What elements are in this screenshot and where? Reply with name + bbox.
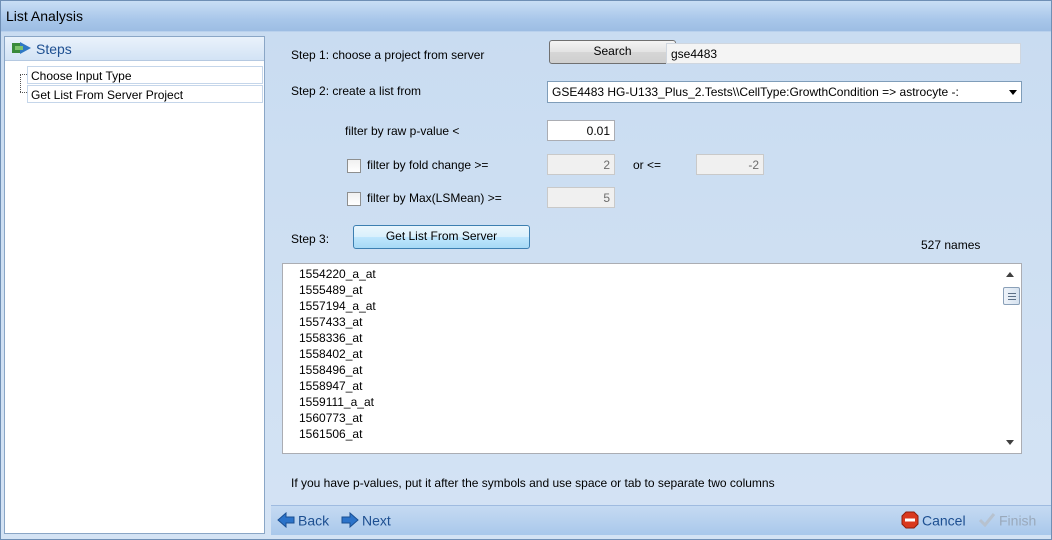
list-item: 1560773_at: [299, 411, 363, 425]
finish-button[interactable]: Finish: [978, 511, 1036, 531]
get-list-button[interactable]: Get List From Server: [353, 225, 530, 249]
next-label: Next: [362, 512, 391, 529]
names-count: 527 names: [921, 238, 981, 252]
tree-connector: [20, 74, 21, 92]
title-bar[interactable]: List Analysis: [1, 1, 1051, 31]
fold-change-neg-input[interactable]: -2: [696, 154, 764, 175]
list-item: 1561506_at: [299, 427, 363, 441]
fold-change-label: filter by fold change >=: [367, 158, 489, 172]
list-analysis-window: List Analysis Steps Choose Input Type Ge…: [0, 0, 1052, 540]
list-item: 1555489_at: [299, 283, 363, 297]
list-item: 1559111_a_at: [299, 395, 374, 409]
fold-change-input[interactable]: 2: [547, 154, 615, 175]
tree-connector: [20, 92, 27, 93]
test-select-value: GSE4483 HG-U133_Plus_2.Tests\\CellType:G…: [552, 85, 959, 99]
pvalue-filter-label: filter by raw p-value <: [345, 124, 460, 138]
stop-icon: [901, 511, 919, 529]
cancel-label: Cancel: [922, 512, 966, 529]
tree-connector: [20, 74, 27, 75]
step2-label: Step 2: create a list from: [291, 84, 422, 98]
back-button[interactable]: Back: [277, 511, 329, 531]
chevron-down-icon[interactable]: [1009, 90, 1017, 95]
lsmean-input[interactable]: 5: [547, 187, 615, 208]
step-item-choose-input-type[interactable]: Choose Input Type: [27, 66, 263, 84]
next-button[interactable]: Next: [341, 511, 391, 531]
step1-label: Step 1: choose a project from server: [291, 48, 485, 62]
window-title: List Analysis: [6, 8, 84, 24]
list-item: 1558496_at: [299, 363, 363, 377]
back-label: Back: [298, 512, 330, 529]
checkmark-icon: [978, 513, 996, 528]
lsmean-label: filter by Max(LSMean) >=: [367, 191, 502, 205]
names-textarea[interactable]: 1554220_a_at 1555489_at 1557194_a_at 155743…: [282, 263, 1022, 454]
fold-change-checkbox[interactable]: [347, 159, 361, 173]
cancel-button[interactable]: Cancel: [901, 511, 966, 531]
test-select[interactable]: GSE4483 HG-U133_Plus_2.Tests\\CellType:G…: [547, 81, 1022, 103]
list-item: 1558336_at: [299, 331, 363, 345]
list-item: 1558402_at: [299, 347, 363, 361]
back-arrow-icon: [277, 512, 295, 529]
pvalue-input[interactable]: 0.01: [547, 120, 615, 141]
next-arrow-icon: [341, 512, 359, 529]
project-field[interactable]: gse4483: [666, 43, 1021, 64]
scroll-thumb[interactable]: [1003, 287, 1020, 305]
finish-label: Finish: [999, 512, 1037, 529]
list-item: 1557194_a_at: [299, 299, 376, 313]
scroll-up-icon[interactable]: [1006, 272, 1014, 277]
or-label: or <=: [633, 158, 662, 172]
list-item: 1557433_at: [299, 315, 363, 329]
nav-bar: Back Next Cancel Finish: [271, 505, 1051, 535]
search-button[interactable]: Search: [549, 40, 676, 64]
list-item: 1558947_at: [299, 379, 363, 393]
list-item: 1554220_a_at: [299, 267, 376, 281]
steps-header: Steps: [5, 37, 264, 61]
names-list: 1554220_a_at 1555489_at 1557194_a_at 155743…: [299, 266, 376, 442]
scrollbar[interactable]: [1001, 264, 1021, 453]
steps-title: Steps: [36, 41, 72, 57]
lsmean-checkbox[interactable]: [347, 192, 361, 206]
hint-text: If you have p-values, put it after the s…: [291, 476, 775, 490]
step-item-get-list-from-server[interactable]: Get List From Server Project: [27, 85, 263, 103]
main-content: Step 1: choose a project from server Sea…: [271, 36, 1051, 506]
steps-arrow-icon: [12, 42, 31, 54]
scroll-down-icon[interactable]: [1006, 440, 1014, 445]
step3-label: Step 3:: [291, 232, 330, 246]
steps-panel: Steps Choose Input Type Get List From Se…: [4, 36, 265, 534]
